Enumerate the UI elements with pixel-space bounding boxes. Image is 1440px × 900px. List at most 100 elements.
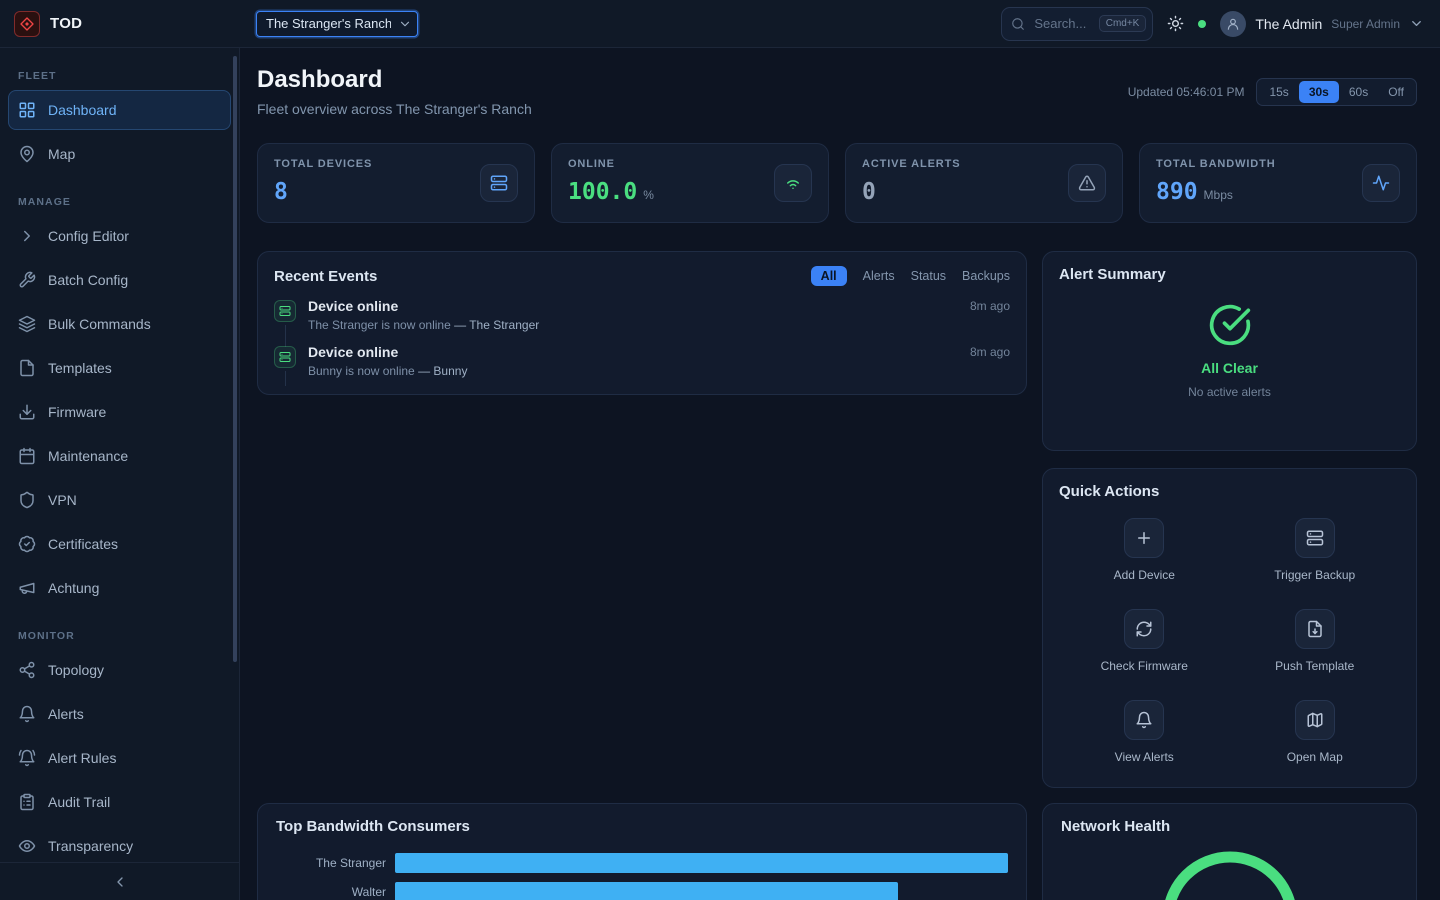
refresh-option-30s[interactable]: 30s <box>1299 81 1339 103</box>
sidebar-scrollbar[interactable] <box>233 56 237 662</box>
event-target: — The Stranger <box>454 318 539 332</box>
map-icon <box>1295 700 1335 740</box>
download-icon <box>18 403 36 421</box>
quick-action-label: Push Template <box>1275 659 1354 673</box>
sidebar-item-alerts[interactable]: Alerts <box>8 694 231 734</box>
updated-timestamp: Updated 05:46:01 PM <box>1128 85 1245 99</box>
sidebar-item-transparency[interactable]: Transparency <box>8 826 231 866</box>
search-box: Cmd+K <box>1001 7 1153 41</box>
sidebar-item-label: Alert Rules <box>48 750 116 766</box>
panel-title: Alert Summary <box>1059 266 1166 283</box>
wifi-icon <box>774 164 812 202</box>
sidebar-item-map[interactable]: Map <box>8 134 231 174</box>
stat-value: 0 <box>862 179 876 205</box>
sidebar-item-vpn[interactable]: VPN <box>8 480 231 520</box>
sidebar-item-label: Batch Config <box>48 272 128 288</box>
bell-icon <box>1124 700 1164 740</box>
panel-title: Quick Actions <box>1059 483 1159 500</box>
filter-alerts[interactable]: Alerts <box>863 269 895 283</box>
theme-toggle-sun-icon[interactable] <box>1167 15 1184 32</box>
section-label-manage: MANAGE <box>8 196 231 208</box>
stat-card-online: ONLINE 100.0 % <box>551 143 829 223</box>
quick-action-trigger-backup[interactable]: Trigger Backup <box>1230 518 1401 582</box>
quick-action-add-device[interactable]: Add Device <box>1059 518 1230 582</box>
recent-events-panel: Recent Events All Alerts Status Backups <box>257 251 1027 395</box>
bandwidth-chart: The Stranger Walter <box>276 848 1008 900</box>
network-health-panel: Network Health 100 <box>1042 803 1417 900</box>
event-title: Device online <box>308 298 398 314</box>
stats-row: TOTAL DEVICES 8 ONLINE 100.0 % <box>257 143 1417 223</box>
sidebar-item-bulk-commands[interactable]: Bulk Commands <box>8 304 231 344</box>
user-name: The Admin <box>1255 16 1322 32</box>
bandwidth-row: The Stranger <box>276 848 1008 877</box>
event-time: 8m ago <box>970 345 1010 359</box>
filter-backups[interactable]: Backups <box>962 269 1010 283</box>
clipboard-list-icon <box>18 793 36 811</box>
sidebar-item-topology[interactable]: Topology <box>8 650 231 690</box>
quick-action-view-alerts[interactable]: View Alerts <box>1059 700 1230 764</box>
sidebar-item-dashboard[interactable]: Dashboard <box>8 90 231 130</box>
chevron-down-icon <box>1409 16 1424 31</box>
quick-action-label: View Alerts <box>1115 750 1174 764</box>
server-icon <box>274 300 296 322</box>
sidebar-item-templates[interactable]: Templates <box>8 348 231 388</box>
quick-action-label: Trigger Backup <box>1274 568 1355 582</box>
event-row: Device online 8m ago The Stranger is now… <box>274 298 1010 344</box>
filter-all[interactable]: All <box>811 266 847 286</box>
sidebar-item-label: Transparency <box>48 838 133 854</box>
sidebar-item-label: Certificates <box>48 536 118 552</box>
stat-label: ACTIVE ALERTS <box>862 158 960 170</box>
alert-triangle-icon <box>1068 164 1106 202</box>
stat-label: TOTAL BANDWIDTH <box>1156 158 1276 170</box>
sidebar-item-certificates[interactable]: Certificates <box>8 524 231 564</box>
check-circle-icon <box>1208 303 1252 347</box>
bell-ring-icon <box>18 749 36 767</box>
quick-action-push-template[interactable]: Push Template <box>1230 609 1401 673</box>
panel-title: Recent Events <box>274 268 377 285</box>
wrench-icon <box>18 271 36 289</box>
calendar-icon <box>18 447 36 465</box>
quick-action-open-map[interactable]: Open Map <box>1230 700 1401 764</box>
sidebar-item-achtung[interactable]: Achtung <box>8 568 231 608</box>
sidebar-collapse-button[interactable] <box>0 862 239 900</box>
refresh-option-off[interactable]: Off <box>1378 81 1414 103</box>
eye-icon <box>18 837 36 855</box>
sidebar-item-batch-config[interactable]: Batch Config <box>8 260 231 300</box>
sidebar-item-maintenance[interactable]: Maintenance <box>8 436 231 476</box>
server-icon <box>480 164 518 202</box>
quick-action-label: Add Device <box>1114 568 1175 582</box>
event-title: Device online <box>308 344 398 360</box>
megaphone-icon <box>18 579 36 597</box>
activity-icon <box>1362 164 1400 202</box>
section-label-monitor: MONITOR <box>8 630 231 642</box>
sidebar-item-config-editor[interactable]: Config Editor <box>8 216 231 256</box>
quick-action-check-firmware[interactable]: Check Firmware <box>1059 609 1230 673</box>
fleet-selector[interactable]: The Stranger's Ranch <box>256 11 418 37</box>
topbar: TOD The Stranger's Ranch Cmd+K <box>0 0 1440 48</box>
bandwidth-panel: Top Bandwidth Consumers The Stranger Wal… <box>257 803 1027 900</box>
event-description: The Stranger is now online <box>308 318 451 332</box>
bell-icon <box>18 705 36 723</box>
panel-title: Top Bandwidth Consumers <box>276 818 470 835</box>
bandwidth-row: Walter <box>276 877 1008 900</box>
user-menu[interactable]: The Admin Super Admin <box>1220 11 1424 37</box>
event-description: Bunny is now online <box>308 364 415 378</box>
avatar <box>1220 11 1246 37</box>
page-subtitle: Fleet overview across The Stranger's Ran… <box>257 101 532 117</box>
app-logo-icon <box>14 11 40 37</box>
event-filters: All Alerts Status Backups <box>811 266 1010 286</box>
refresh-icon <box>1124 609 1164 649</box>
sidebar-item-label: Templates <box>48 360 112 376</box>
main-content: Dashboard Fleet overview across The Stra… <box>240 48 1440 900</box>
refresh-option-60s[interactable]: 60s <box>1339 81 1378 103</box>
filter-status[interactable]: Status <box>911 269 946 283</box>
sidebar-item-audit-trail[interactable]: Audit Trail <box>8 782 231 822</box>
panel-title: Network Health <box>1061 818 1170 835</box>
sidebar-item-firmware[interactable]: Firmware <box>8 392 231 432</box>
stat-card-active-alerts: ACTIVE ALERTS 0 <box>845 143 1123 223</box>
sidebar-item-alert-rules[interactable]: Alert Rules <box>8 738 231 778</box>
brand-name: TOD <box>50 15 82 32</box>
refresh-option-15s[interactable]: 15s <box>1259 81 1298 103</box>
fleet-selector-wrap: The Stranger's Ranch <box>256 11 418 37</box>
quick-action-label: Open Map <box>1287 750 1343 764</box>
